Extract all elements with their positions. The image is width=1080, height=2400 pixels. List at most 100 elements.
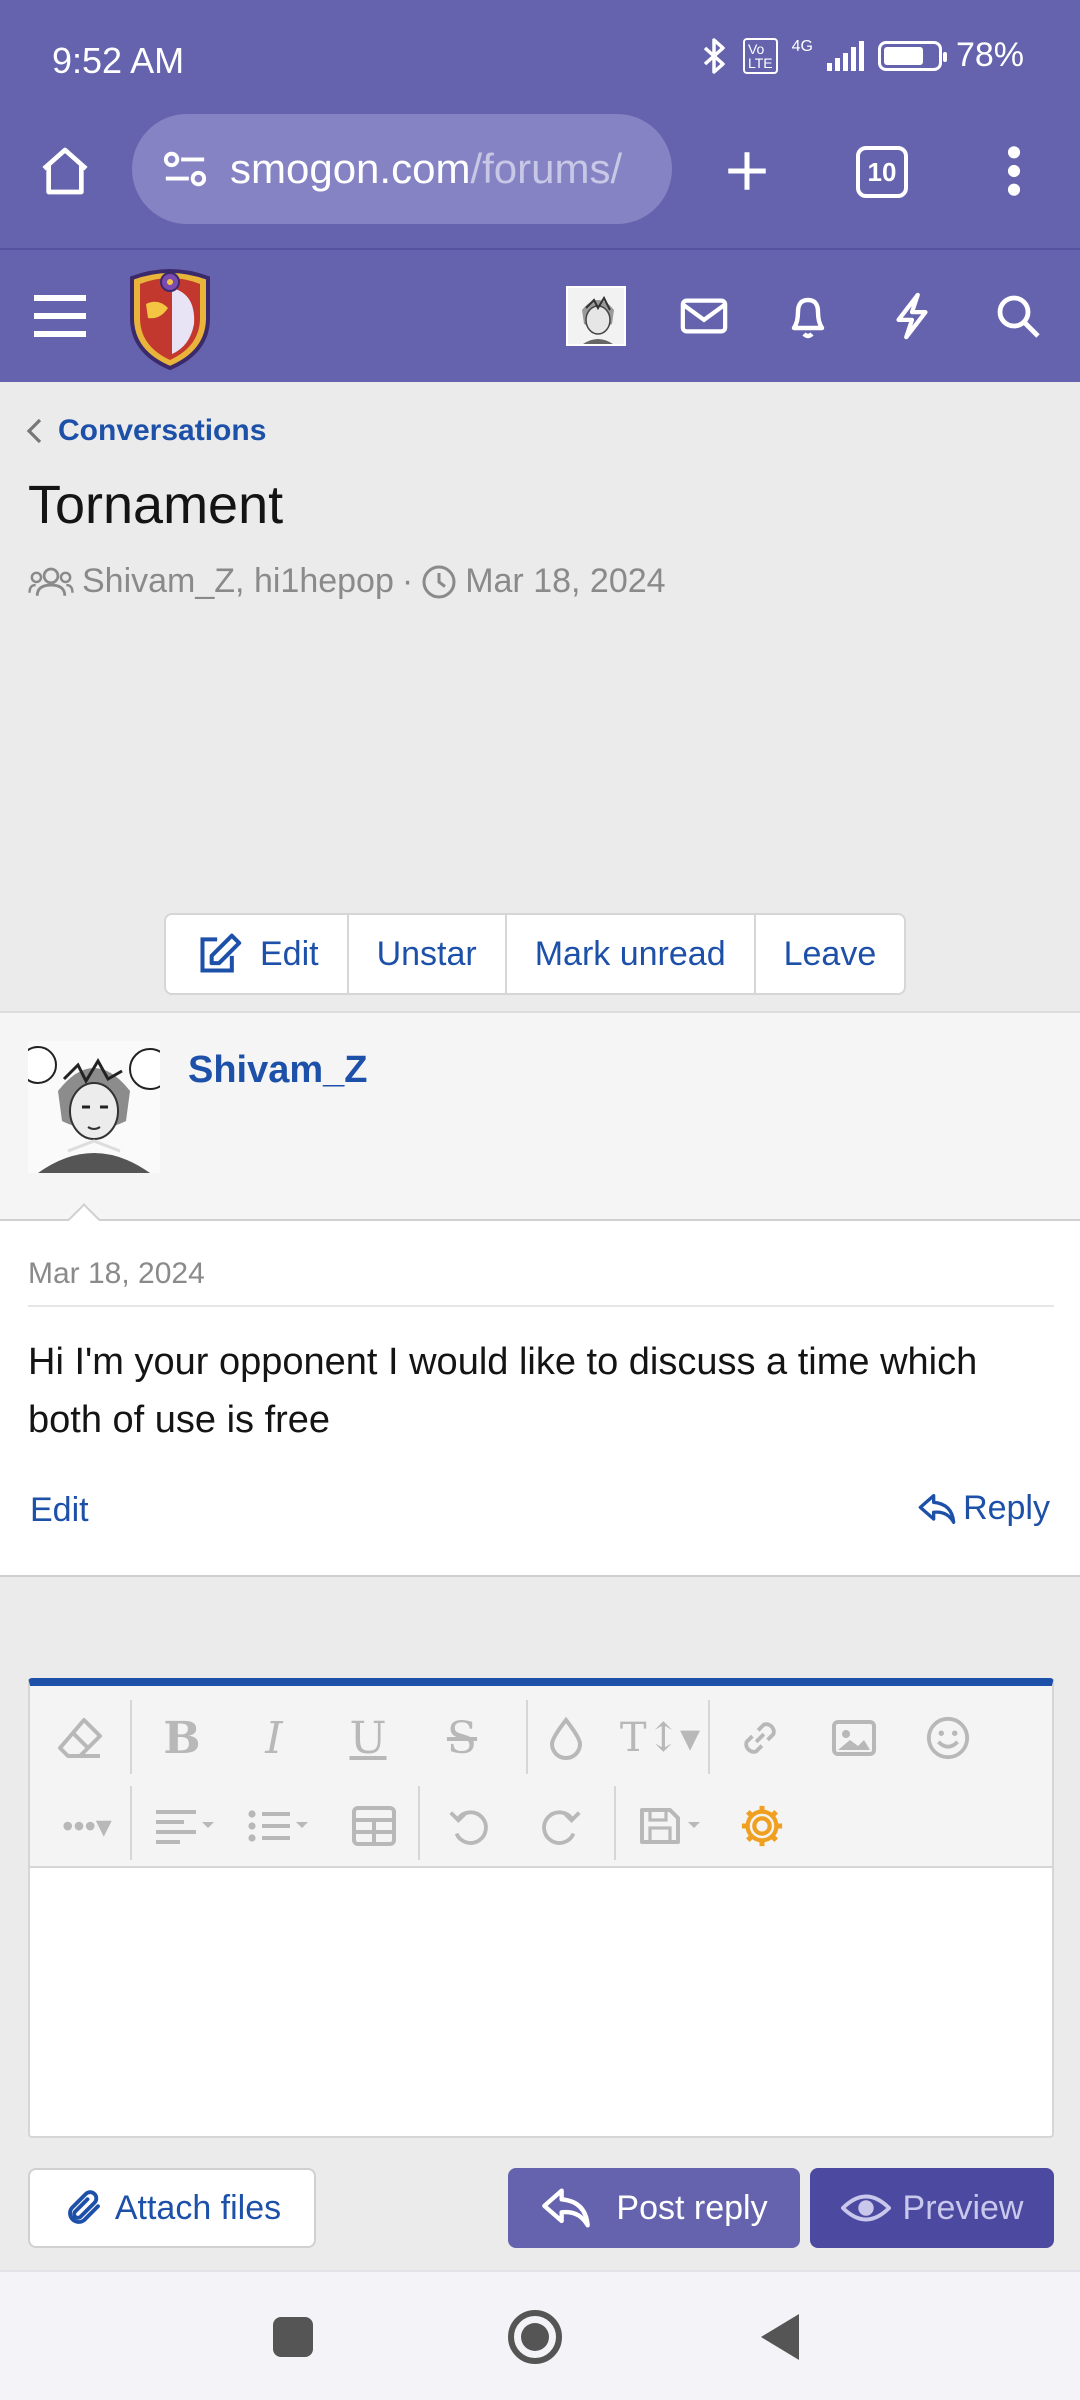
triangle-back-icon	[761, 2314, 799, 2360]
edit-conversation-button[interactable]: Edit	[166, 915, 349, 993]
attach-files-button[interactable]: Attach files	[28, 2168, 316, 2248]
color-icon[interactable]	[536, 1708, 596, 1768]
avatar-image-icon	[568, 288, 624, 344]
browser-toolbar: smogon.com/forums/ 10	[0, 110, 1080, 248]
toolbar-separator	[526, 1700, 528, 1774]
reply-icon	[918, 1493, 956, 1524]
bolt-icon	[896, 292, 928, 340]
conversation-meta: Shivam_Z, hi1hepop · Mar 18, 2024	[28, 562, 666, 601]
page-title: Tornament	[28, 475, 284, 535]
battery-percent: 78%	[955, 36, 1024, 74]
toolbar-separator	[418, 1786, 420, 1860]
meta-separator: ·	[401, 562, 414, 600]
conversation-actions: Edit Unstar Mark unread Leave	[164, 913, 907, 995]
status-icons: Vo LTE 4G 78%	[701, 36, 1024, 75]
tab-switcher-button[interactable]: 10	[850, 140, 914, 204]
signal-icon	[826, 40, 864, 71]
bluetooth-icon	[703, 37, 725, 74]
breadcrumb[interactable]: Conversations	[26, 414, 266, 448]
new-tab-button[interactable]	[712, 136, 782, 206]
italic-icon[interactable]: I	[244, 1708, 304, 1768]
battery-icon	[877, 40, 947, 71]
link-icon[interactable]	[730, 1708, 790, 1768]
paperclip-icon	[67, 2190, 100, 2224]
alerts-button[interactable]	[776, 284, 840, 348]
breadcrumb-label: Conversations	[58, 414, 267, 447]
chevron-left-icon	[26, 418, 42, 444]
whats-new-button[interactable]	[880, 284, 944, 348]
bold-icon[interactable]: B	[152, 1708, 212, 1768]
post-reply-label: Post reply	[616, 2188, 768, 2227]
address-bar[interactable]: smogon.com/forums/	[132, 114, 672, 224]
settings-icon[interactable]	[732, 1796, 792, 1856]
menu-button[interactable]	[28, 284, 92, 348]
message-edit-link[interactable]: Edit	[30, 1491, 89, 1530]
network-type: 4G	[791, 38, 813, 55]
status-time: 9:52 AM	[52, 40, 185, 81]
url-path: /forums/	[470, 145, 623, 192]
preview-label: Preview	[902, 2188, 1024, 2227]
user-avatar[interactable]	[566, 286, 626, 346]
toolbar-separator	[130, 1786, 132, 1860]
square-icon	[273, 2317, 313, 2357]
message-body: Mar 18, 2024 Hi I'm your opponent I woul…	[0, 1221, 1080, 1577]
conversation-date: Mar 18, 2024	[465, 562, 666, 600]
clock-icon	[422, 565, 456, 598]
edit-label: Edit	[260, 934, 319, 973]
home-nav-button[interactable]	[500, 2302, 570, 2372]
message-author[interactable]: Shivam_Z	[188, 1049, 368, 1092]
edit-icon	[200, 933, 242, 973]
plus-icon	[728, 152, 766, 190]
more-icon[interactable]: •••▾	[50, 1796, 124, 1856]
tab-count: 10	[856, 146, 908, 198]
drafts-icon[interactable]	[634, 1796, 708, 1856]
inbox-button[interactable]	[672, 284, 736, 348]
mark-unread-button[interactable]: Mark unread	[507, 915, 756, 993]
image-icon[interactable]	[824, 1708, 884, 1768]
message-reply-link[interactable]: Reply	[917, 1489, 1050, 1528]
post-reply-button[interactable]: Post reply	[508, 2168, 800, 2248]
browser-menu-button[interactable]	[986, 136, 1042, 206]
url-domain: smogon.com	[230, 145, 471, 192]
volte-badge: Vo LTE	[742, 37, 778, 74]
strikethrough-icon[interactable]: S	[432, 1708, 492, 1768]
eye-icon	[840, 2194, 891, 2222]
bell-icon	[791, 297, 825, 339]
message-date[interactable]: Mar 18, 2024	[28, 1257, 205, 1291]
preview-button[interactable]: Preview	[810, 2168, 1054, 2248]
table-icon[interactable]	[344, 1796, 404, 1856]
search-icon	[997, 295, 1040, 338]
message-avatar[interactable]	[28, 1041, 160, 1173]
reply-label: Reply	[963, 1489, 1050, 1527]
list-icon[interactable]	[242, 1796, 316, 1856]
toolbar-separator	[708, 1700, 710, 1774]
undo-icon[interactable]	[438, 1796, 498, 1856]
font-size-icon[interactable]: T↕▾	[620, 1708, 700, 1768]
leave-button[interactable]: Leave	[756, 915, 905, 993]
search-button[interactable]	[986, 284, 1050, 348]
smogon-logo[interactable]	[124, 264, 216, 371]
unstar-button[interactable]: Unstar	[349, 915, 507, 993]
participants: Shivam_Z, hi1hepop	[82, 562, 394, 600]
back-nav-button[interactable]	[746, 2302, 816, 2372]
users-icon	[28, 567, 74, 596]
home-button[interactable]	[30, 136, 100, 206]
site-settings-icon	[163, 151, 207, 187]
circle-icon	[508, 2310, 562, 2364]
editor-text-area[interactable]	[30, 1868, 1052, 2132]
message-header: Shivam_Z	[0, 1011, 1080, 1243]
underline-icon[interactable]: U	[338, 1708, 398, 1768]
more-vert-icon	[1007, 146, 1021, 196]
align-icon[interactable]	[148, 1796, 222, 1856]
eraser-icon[interactable]	[50, 1708, 110, 1768]
avatar-image-icon	[28, 1041, 160, 1173]
system-nav-bar	[0, 2270, 1080, 2400]
smogon-logo-icon	[130, 269, 210, 371]
toolbar-separator	[130, 1700, 132, 1774]
editor-toolbar: B I U S T↕▾ •••▾	[30, 1686, 1052, 1868]
emoji-icon[interactable]	[918, 1708, 978, 1768]
toolbar-separator	[614, 1786, 616, 1860]
recents-button[interactable]	[258, 2302, 328, 2372]
message-divider	[28, 1305, 1054, 1307]
redo-icon[interactable]	[532, 1796, 592, 1856]
